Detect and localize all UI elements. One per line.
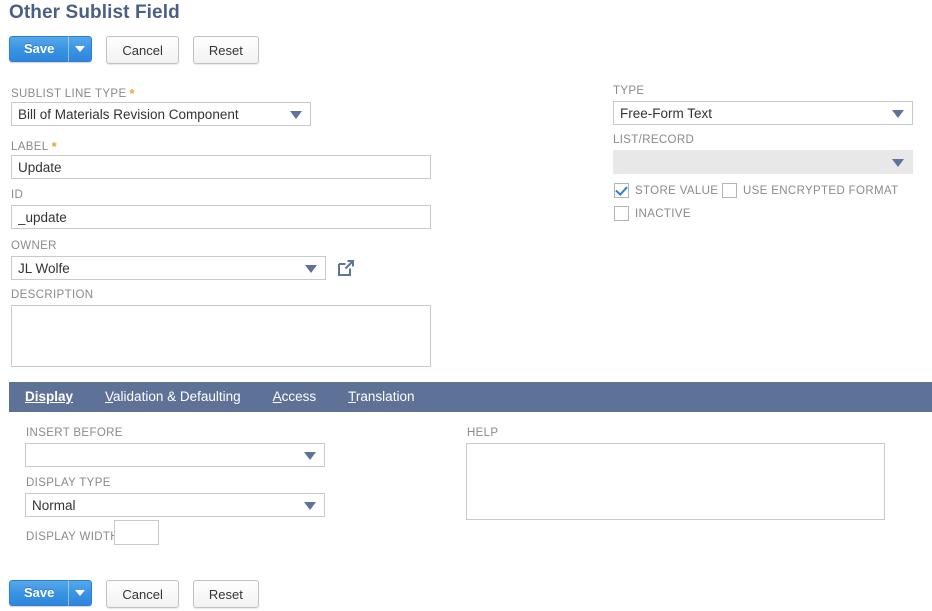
use-encrypted-format-label: USE ENCRYPTED FORMAT bbox=[743, 184, 899, 197]
owner-field-label: OWNER bbox=[11, 240, 57, 252]
chevron-down-icon bbox=[304, 502, 316, 510]
reset-button-bottom[interactable]: Reset bbox=[192, 580, 259, 608]
store-value-label: STORE VALUE bbox=[635, 184, 719, 197]
display-width-label: DISPLAY WIDTH bbox=[26, 531, 119, 543]
use-encrypted-format-checkbox-row[interactable]: USE ENCRYPTED FORMAT bbox=[722, 183, 898, 198]
reset-button[interactable]: Reset bbox=[192, 36, 259, 64]
type-select[interactable]: Free-Form Text bbox=[613, 101, 913, 125]
save-button-bottom[interactable]: Save bbox=[9, 580, 69, 606]
sublist-line-type-value: Bill of Materials Revision Component bbox=[18, 106, 239, 122]
display-type-label: DISPLAY TYPE bbox=[26, 477, 111, 489]
save-button[interactable]: Save bbox=[9, 36, 69, 62]
owner-select[interactable]: JL Wolfe bbox=[11, 256, 326, 280]
label-field-label: LABEL * bbox=[11, 139, 57, 154]
inactive-label: INACTIVE bbox=[635, 207, 691, 220]
tab-display-label-rest: isplay bbox=[34, 389, 74, 404]
label-input[interactable] bbox=[11, 155, 431, 179]
tab-translation[interactable]: Translation bbox=[332, 382, 430, 412]
caret-down-icon bbox=[75, 46, 86, 52]
save-button-group-bottom[interactable]: Save bbox=[9, 580, 93, 606]
save-dropdown-toggle-bottom[interactable] bbox=[68, 580, 93, 606]
id-field-label: ID bbox=[11, 189, 24, 201]
description-field-label: DESCRIPTION bbox=[11, 289, 94, 301]
cancel-button-bottom[interactable]: Cancel bbox=[106, 580, 179, 608]
type-field-label: TYPE bbox=[613, 85, 645, 97]
chevron-down-icon bbox=[892, 159, 904, 167]
tab-validation-defaulting[interactable]: Validation & Defaulting bbox=[89, 382, 257, 412]
description-textarea[interactable] bbox=[11, 305, 431, 367]
tab-validation-accel: V bbox=[105, 389, 114, 404]
tab-access-label-rest: ccess bbox=[281, 389, 317, 404]
tab-bar: Display Validation & Defaulting Access T… bbox=[9, 382, 932, 420]
inactive-checkbox-row[interactable]: INACTIVE bbox=[614, 206, 691, 221]
tab-validation-label-rest: alidation & Defaulting bbox=[113, 389, 241, 404]
save-dropdown-toggle[interactable] bbox=[68, 36, 93, 62]
id-input[interactable] bbox=[11, 205, 431, 229]
chevron-down-icon bbox=[290, 111, 302, 119]
owner-value: JL Wolfe bbox=[18, 260, 70, 276]
tab-display[interactable]: Display bbox=[9, 382, 89, 420]
chevron-down-icon bbox=[304, 452, 316, 460]
tab-access[interactable]: Access bbox=[257, 382, 333, 412]
cancel-button[interactable]: Cancel bbox=[106, 36, 179, 64]
page-title: Other Sublist Field bbox=[9, 2, 180, 23]
use-encrypted-format-checkbox[interactable] bbox=[722, 183, 737, 198]
store-value-checkbox[interactable] bbox=[614, 183, 629, 198]
insert-before-select[interactable] bbox=[25, 443, 325, 467]
display-type-select[interactable]: Normal bbox=[25, 493, 325, 517]
tab-translation-label-rest: ranslation bbox=[355, 389, 415, 404]
type-value: Free-Form Text bbox=[620, 105, 713, 121]
save-button-group[interactable]: Save bbox=[9, 36, 93, 62]
insert-before-label: INSERT BEFORE bbox=[26, 427, 123, 439]
inactive-checkbox[interactable] bbox=[614, 206, 629, 221]
display-width-input[interactable] bbox=[114, 520, 159, 545]
open-in-new-window-icon[interactable] bbox=[336, 258, 356, 281]
chevron-down-icon bbox=[305, 265, 317, 273]
tab-access-accel: A bbox=[272, 389, 282, 404]
required-indicator: * bbox=[129, 86, 135, 101]
list-record-select[interactable] bbox=[613, 150, 913, 174]
required-indicator: * bbox=[51, 139, 57, 154]
sublist-line-type-select[interactable]: Bill of Materials Revision Component bbox=[11, 102, 311, 126]
bottom-button-row: Save Cancel Reset bbox=[9, 580, 259, 608]
help-label: HELP bbox=[467, 427, 499, 439]
help-textarea[interactable] bbox=[466, 443, 885, 520]
tab-translation-accel: T bbox=[348, 389, 356, 404]
caret-down-icon bbox=[75, 590, 86, 596]
sublist-line-type-label: SUBLIST LINE TYPE * bbox=[11, 86, 135, 101]
top-button-row: Save Cancel Reset bbox=[9, 36, 259, 64]
tab-display-accel: D bbox=[25, 389, 35, 404]
chevron-down-icon bbox=[892, 110, 904, 118]
store-value-checkbox-row[interactable]: STORE VALUE bbox=[614, 183, 718, 198]
list-record-field-label: LIST/RECORD bbox=[613, 134, 695, 146]
display-type-value: Normal bbox=[32, 497, 76, 513]
